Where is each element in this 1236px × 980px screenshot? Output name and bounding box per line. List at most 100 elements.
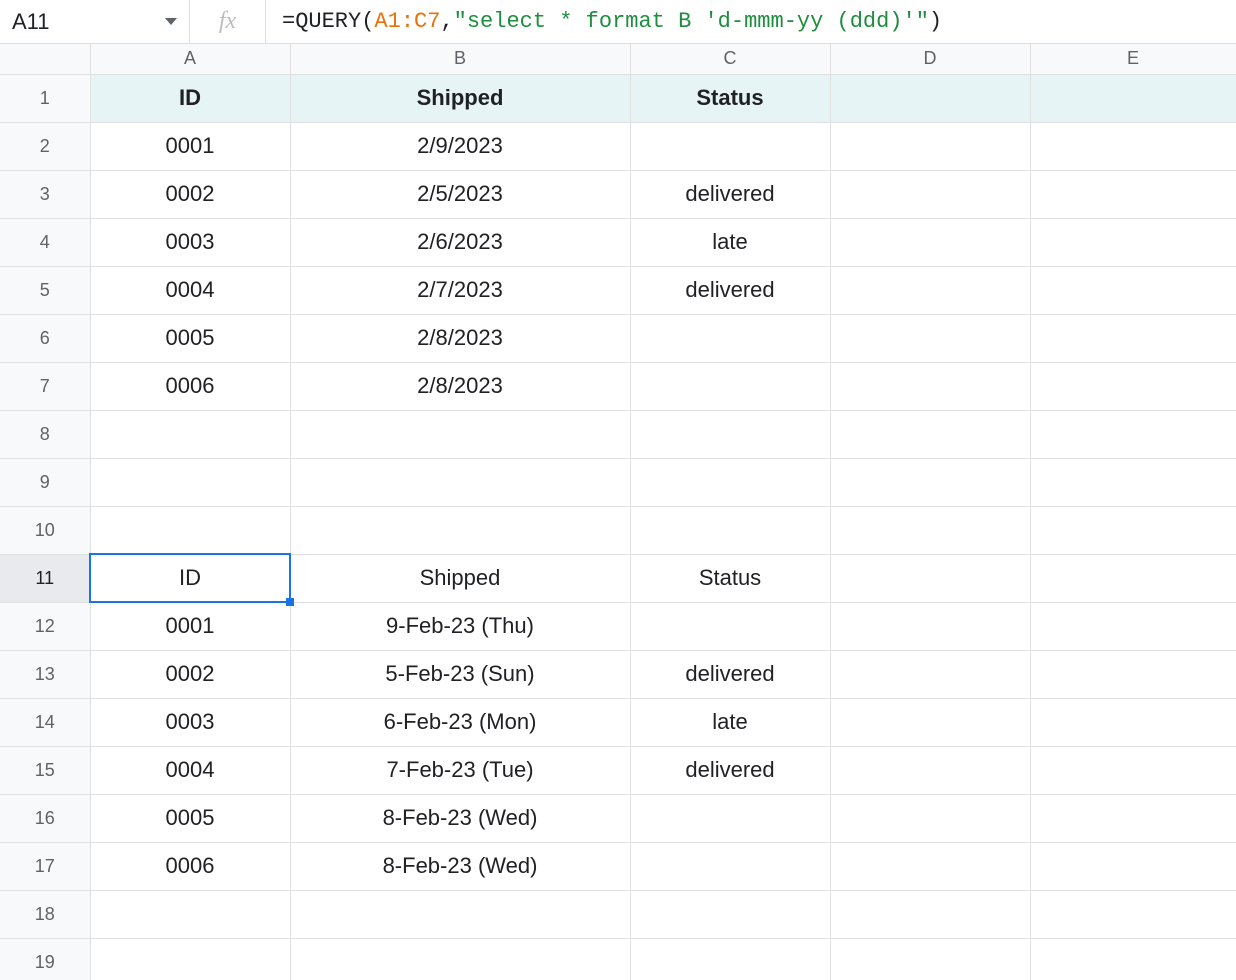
cell[interactable] [1030, 458, 1236, 506]
cell[interactable]: 2/9/2023 [290, 122, 630, 170]
select-all-corner[interactable] [0, 44, 90, 74]
row-header[interactable]: 16 [0, 794, 90, 842]
cell[interactable]: Shipped [290, 74, 630, 122]
cell[interactable]: 2/5/2023 [290, 170, 630, 218]
cell[interactable]: 0006 [90, 362, 290, 410]
row-header[interactable]: 1 [0, 74, 90, 122]
cell[interactable] [1030, 938, 1236, 980]
cell[interactable]: 0006 [90, 842, 290, 890]
cell[interactable]: ID [90, 74, 290, 122]
row-header[interactable]: 14 [0, 698, 90, 746]
cell[interactable]: 2/8/2023 [290, 314, 630, 362]
row-header[interactable]: 6 [0, 314, 90, 362]
cell[interactable] [830, 170, 1030, 218]
cell[interactable]: 0003 [90, 218, 290, 266]
cell[interactable]: 0001 [90, 122, 290, 170]
cell[interactable] [630, 938, 830, 980]
cell[interactable] [630, 602, 830, 650]
row-header[interactable]: 15 [0, 746, 90, 794]
cell[interactable] [630, 794, 830, 842]
cell[interactable] [830, 122, 1030, 170]
cell[interactable] [1030, 554, 1236, 602]
cell[interactable]: delivered [630, 746, 830, 794]
cell[interactable]: 0005 [90, 314, 290, 362]
cell[interactable] [1030, 74, 1236, 122]
column-header[interactable]: C [630, 44, 830, 74]
cell[interactable] [290, 938, 630, 980]
column-header[interactable]: E [1030, 44, 1236, 74]
cell[interactable] [290, 890, 630, 938]
row-header[interactable]: 12 [0, 602, 90, 650]
cell[interactable]: late [630, 698, 830, 746]
cell[interactable] [830, 458, 1030, 506]
cell[interactable] [1030, 842, 1236, 890]
cell[interactable]: delivered [630, 650, 830, 698]
row-header[interactable]: 9 [0, 458, 90, 506]
cell[interactable] [90, 506, 290, 554]
row-header[interactable]: 17 [0, 842, 90, 890]
cell[interactable]: 9-Feb-23 (Thu) [290, 602, 630, 650]
cell[interactable] [630, 890, 830, 938]
cell[interactable]: 0001 [90, 602, 290, 650]
cell[interactable] [630, 506, 830, 554]
cell[interactable] [90, 890, 290, 938]
cell[interactable] [830, 650, 1030, 698]
cell[interactable]: 0005 [90, 794, 290, 842]
cell[interactable] [830, 554, 1030, 602]
cell[interactable] [1030, 122, 1236, 170]
cell[interactable] [1030, 602, 1236, 650]
cell[interactable] [830, 698, 1030, 746]
cell[interactable] [1030, 890, 1236, 938]
cell[interactable] [830, 794, 1030, 842]
cell[interactable]: 2/7/2023 [290, 266, 630, 314]
cell[interactable]: 7-Feb-23 (Tue) [290, 746, 630, 794]
cell[interactable] [830, 362, 1030, 410]
cell[interactable] [1030, 362, 1236, 410]
cell[interactable]: 2/6/2023 [290, 218, 630, 266]
cell[interactable] [830, 602, 1030, 650]
row-header[interactable]: 18 [0, 890, 90, 938]
cell[interactable] [290, 410, 630, 458]
row-header[interactable]: 19 [0, 938, 90, 980]
cell[interactable]: 0002 [90, 170, 290, 218]
cell[interactable] [830, 74, 1030, 122]
cell[interactable] [90, 938, 290, 980]
cell[interactable] [1030, 794, 1236, 842]
row-header[interactable]: 8 [0, 410, 90, 458]
cell[interactable] [830, 890, 1030, 938]
row-header[interactable]: 2 [0, 122, 90, 170]
column-header[interactable]: D [830, 44, 1030, 74]
cell[interactable]: 2/8/2023 [290, 362, 630, 410]
cell[interactable] [1030, 314, 1236, 362]
cell[interactable] [630, 122, 830, 170]
row-header[interactable]: 7 [0, 362, 90, 410]
cell[interactable] [630, 842, 830, 890]
cell[interactable]: 6-Feb-23 (Mon) [290, 698, 630, 746]
cell[interactable]: 0003 [90, 698, 290, 746]
cell[interactable] [1030, 170, 1236, 218]
cell[interactable] [90, 458, 290, 506]
cell[interactable]: 0004 [90, 266, 290, 314]
row-header[interactable]: 10 [0, 506, 90, 554]
cell[interactable] [1030, 698, 1236, 746]
cell[interactable] [1030, 746, 1236, 794]
row-header[interactable]: 11 [0, 554, 90, 602]
cell[interactable] [830, 314, 1030, 362]
cell[interactable] [630, 362, 830, 410]
column-header[interactable]: A [90, 44, 290, 74]
cell[interactable] [630, 314, 830, 362]
cell[interactable]: 8-Feb-23 (Wed) [290, 794, 630, 842]
cell[interactable] [290, 458, 630, 506]
dropdown-icon[interactable] [165, 18, 177, 25]
row-header[interactable]: 5 [0, 266, 90, 314]
cell[interactable] [290, 506, 630, 554]
cell[interactable] [830, 746, 1030, 794]
cell[interactable] [630, 410, 830, 458]
spreadsheet-grid[interactable]: ABCDE 1IDShippedStatus200012/9/202330002… [0, 44, 1236, 980]
cell[interactable]: 0002 [90, 650, 290, 698]
cell[interactable]: late [630, 218, 830, 266]
cell[interactable]: Status [630, 74, 830, 122]
cell[interactable]: Shipped [290, 554, 630, 602]
cell[interactable] [1030, 410, 1236, 458]
cell[interactable] [830, 938, 1030, 980]
